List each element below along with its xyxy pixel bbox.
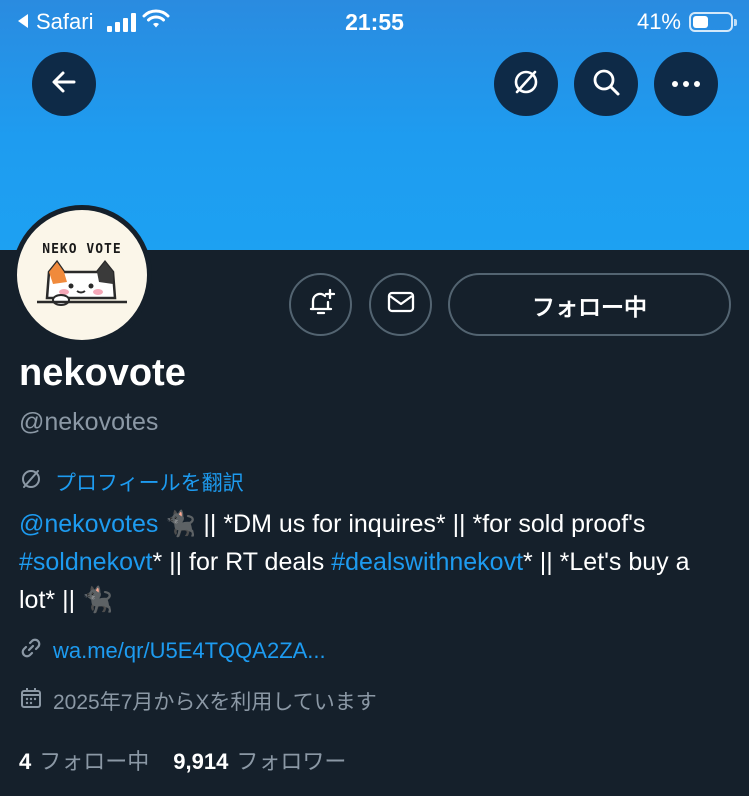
bell-plus-icon	[306, 287, 336, 322]
more-button[interactable]	[654, 52, 718, 116]
battery-status: 41%	[636, 9, 737, 35]
following-label: フォロー中	[39, 749, 150, 774]
more-horizontal-icon	[671, 75, 701, 93]
back-button[interactable]	[32, 52, 96, 116]
website-url: wa.me/qr/U5E4TQQA2ZA...	[53, 638, 326, 663]
bio-mention-link[interactable]: @nekovotes	[19, 510, 158, 538]
link-icon	[19, 636, 43, 666]
no-translate-icon	[19, 467, 43, 497]
join-date-text: 2025年7月からXを利用しています	[53, 691, 377, 714]
search-button[interactable]	[574, 52, 638, 116]
envelope-icon	[386, 289, 416, 320]
followers-count-link[interactable]: 9,914 フォロワー	[173, 744, 346, 776]
no-translate-icon	[511, 67, 541, 102]
followers-label: フォロワー	[236, 749, 347, 774]
bio-text: || *DM us for inquires* || *for sold pro…	[196, 510, 646, 538]
battery-icon	[689, 12, 737, 32]
bio-text: * || for RT deals	[152, 548, 332, 576]
followers-count: 9,914	[173, 749, 229, 774]
display-name: nekovote	[19, 352, 186, 394]
search-icon	[591, 67, 621, 102]
calendar-icon	[19, 686, 43, 716]
arrow-left-icon	[50, 68, 78, 101]
follow-stats: 4 フォロー中 9,914 フォロワー	[19, 744, 346, 776]
cat-emoji: 🐈‍⬛	[82, 586, 114, 614]
cat-illustration	[37, 259, 127, 306]
translate-profile-link[interactable]: プロフィールを翻訳	[19, 467, 244, 497]
bio-hashtag-link[interactable]: #dealswithnekovt	[331, 548, 523, 576]
translate-label: プロフィールを翻訳	[55, 472, 244, 495]
user-handle: @nekovotes	[19, 408, 159, 436]
following-count: 4	[19, 749, 32, 774]
bio-hashtag-link[interactable]: #soldnekovt	[19, 548, 152, 576]
following-button[interactable]: フォロー中	[448, 273, 731, 336]
message-button[interactable]	[369, 273, 432, 336]
notifications-button[interactable]	[289, 273, 352, 336]
battery-percent: 41%	[636, 9, 681, 34]
avatar[interactable]: NEKO VOTE	[12, 205, 152, 345]
translate-toggle-button[interactable]	[494, 52, 558, 116]
following-count-link[interactable]: 4 フォロー中	[19, 744, 149, 776]
profile-website-link[interactable]: wa.me/qr/U5E4TQQA2ZA...	[19, 636, 326, 666]
status-bar: Safari 21:55 41%	[0, 0, 749, 44]
cat-emoji: 🐈‍⬛	[165, 510, 197, 538]
profile-bio: @nekovotes 🐈‍⬛ || *DM us for inquires* |…	[19, 505, 729, 619]
join-date: 2025年7月からXを利用しています	[19, 686, 377, 716]
